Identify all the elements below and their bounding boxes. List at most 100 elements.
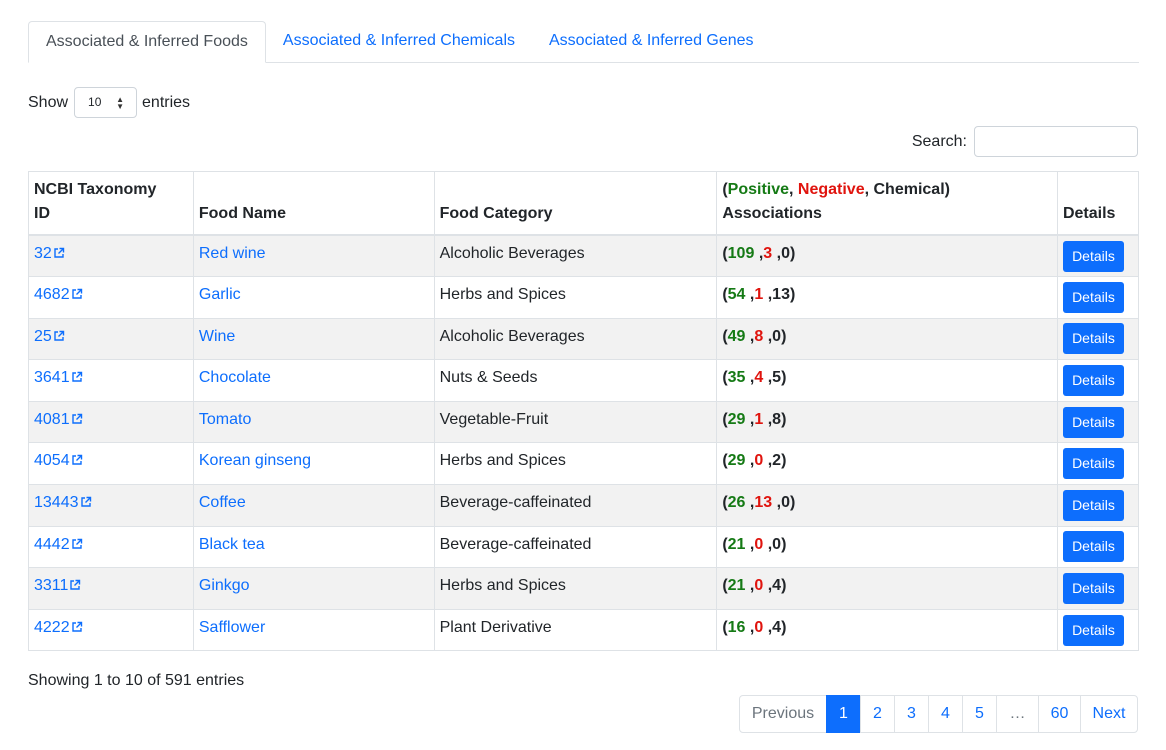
foods-table: NCBI Taxonomy ID Food Name Food Category … (28, 171, 1140, 652)
chemical-count: 5 (772, 369, 782, 387)
cell-food-name: Tomato (192, 400, 435, 444)
details-button[interactable]: Details (1062, 281, 1124, 313)
chemical-count: 0 (772, 535, 782, 553)
cell-taxonomy-id: 3311 (28, 567, 194, 610)
food-name-link[interactable]: Safflower (199, 619, 265, 636)
negative-count: 0 (754, 577, 764, 595)
table-row: 4222 Safflower Plant Derivative (16 ,0 ,4) D… (28, 608, 1140, 652)
cell-food-category: Beverage-caffeinated (433, 484, 718, 527)
taxonomy-id-link[interactable]: 4222 (34, 619, 70, 636)
table-row: 4054 Korean ginseng Herbs and Spices (29 ,0… (28, 442, 1140, 486)
search-input[interactable] (974, 126, 1138, 157)
cell-food-name: Safflower (192, 608, 435, 652)
details-button[interactable]: Details (1062, 406, 1124, 438)
external-link-icon[interactable] (69, 575, 81, 599)
taxonomy-id-link[interactable]: 4081 (34, 411, 70, 428)
food-name-link[interactable]: Tomato (199, 411, 251, 428)
details-button[interactable]: Details (1062, 240, 1124, 272)
food-name-link[interactable]: Korean ginseng (199, 452, 311, 469)
table-row: 13443 Coffee Beverage-caffeinated (26 ,13 ,… (28, 484, 1140, 527)
tab-associated-chemicals[interactable]: Associated & Inferred Chemicals (266, 21, 532, 63)
taxonomy-id-link[interactable]: 13443 (34, 494, 79, 511)
taxonomy-id-link[interactable]: 32 (34, 245, 52, 262)
cell-food-category: Alcoholic Beverages (433, 317, 718, 361)
cell-taxonomy-id: 4682 (28, 276, 194, 319)
pagination-next-button[interactable]: Next (1080, 695, 1138, 733)
cell-details: Details (1056, 276, 1140, 319)
external-link-icon[interactable] (71, 450, 83, 474)
show-label: Show (28, 93, 69, 111)
table-row: 32 Red wine Alcoholic Beverages (109 ,3 ,0)… (28, 234, 1140, 278)
pagination-page-1: 1 (826, 695, 861, 733)
cell-food-name: Red wine (192, 234, 435, 278)
header-food-name[interactable]: Food Name (192, 171, 435, 236)
food-name-link[interactable]: Coffee (199, 494, 246, 511)
external-link-icon[interactable] (53, 243, 65, 267)
negative-count: 0 (754, 535, 764, 553)
taxonomy-id-link[interactable]: 4682 (34, 286, 70, 303)
taxonomy-id-link[interactable]: 25 (34, 328, 52, 345)
negative-count: 0 (754, 618, 764, 636)
negative-count: 1 (754, 410, 764, 428)
details-button[interactable]: Details (1062, 365, 1124, 397)
cell-food-name: Chocolate (192, 359, 435, 402)
table-body: 32 Red wine Alcoholic Beverages (109 ,3 ,0)… (28, 234, 1140, 652)
taxonomy-id-link[interactable]: 4442 (34, 536, 70, 553)
details-button[interactable]: Details (1062, 323, 1124, 355)
food-name-link[interactable]: Red wine (199, 245, 266, 262)
taxonomy-id-link[interactable]: 3311 (34, 577, 68, 594)
external-link-icon[interactable] (80, 492, 92, 516)
food-name-link[interactable]: Garlic (199, 286, 241, 303)
header-food-category[interactable]: Food Category (433, 171, 718, 236)
header-associations[interactable]: (Positive, Negative, Chemical) Associatio… (716, 171, 1058, 236)
pagination-ellipsis: … (996, 695, 1039, 733)
food-name-link[interactable]: Chocolate (199, 369, 271, 386)
cell-details: Details (1056, 608, 1140, 652)
external-link-icon[interactable] (71, 367, 83, 391)
header-taxonomy-id[interactable]: NCBI Taxonomy ID (28, 171, 194, 236)
chemical-count: 0 (781, 494, 790, 512)
pagination-previous-button: Previous (739, 695, 827, 733)
taxonomy-id-link[interactable]: 3641 (34, 369, 70, 386)
cell-associations: (26 ,13 ,0) (716, 484, 1058, 527)
external-link-icon[interactable] (71, 409, 83, 433)
cell-details: Details (1056, 317, 1140, 361)
details-button[interactable]: Details (1062, 489, 1124, 521)
cell-food-category: Alcoholic Beverages (433, 234, 718, 278)
positive-count: 35 (727, 369, 746, 387)
table-row: 4682 Garlic Herbs and Spices (54 ,1 ,13) Det… (28, 276, 1140, 319)
pagination-page-2[interactable]: 2 (860, 695, 895, 733)
cell-taxonomy-id: 32 (28, 234, 194, 278)
food-name-link[interactable]: Ginkgo (199, 577, 250, 594)
external-link-icon[interactable] (71, 534, 83, 558)
positive-count: 29 (727, 410, 746, 428)
pagination-page-3[interactable]: 3 (894, 695, 929, 733)
food-name-link[interactable]: Wine (199, 328, 235, 345)
cell-food-category: Herbs and Spices (433, 276, 718, 319)
tab-associated-genes[interactable]: Associated & Inferred Genes (532, 21, 771, 63)
pagination-page-4[interactable]: 4 (928, 695, 963, 733)
pagination-page-60[interactable]: 60 (1038, 695, 1081, 733)
taxonomy-id-link[interactable]: 4054 (34, 452, 70, 469)
cell-taxonomy-id: 4054 (28, 442, 194, 486)
external-link-icon[interactable] (71, 284, 83, 308)
positive-count: 109 (727, 245, 755, 262)
negative-count: 13 (754, 494, 773, 512)
details-button[interactable]: Details (1062, 531, 1124, 563)
search-control: Search: (912, 126, 1138, 157)
external-link-icon[interactable] (53, 326, 65, 350)
cell-food-name: Coffee (192, 484, 435, 527)
details-button[interactable]: Details (1062, 614, 1124, 646)
cell-food-name: Garlic (192, 276, 435, 319)
cell-food-name: Ginkgo (192, 567, 435, 610)
details-button[interactable]: Details (1062, 448, 1124, 480)
external-link-icon[interactable] (71, 617, 83, 641)
content-wrapper: Associated & Inferred Foods Associated &… (28, 21, 1140, 733)
negative-count: 1 (754, 286, 764, 304)
cell-taxonomy-id: 3641 (28, 359, 194, 402)
pagination-page-5[interactable]: 5 (962, 695, 997, 733)
details-button[interactable]: Details (1062, 573, 1124, 605)
entries-select[interactable]: 10 ▲ ▼ (74, 87, 138, 118)
food-name-link[interactable]: Black tea (199, 536, 265, 553)
tab-associated-foods[interactable]: Associated & Inferred Foods (28, 21, 266, 63)
